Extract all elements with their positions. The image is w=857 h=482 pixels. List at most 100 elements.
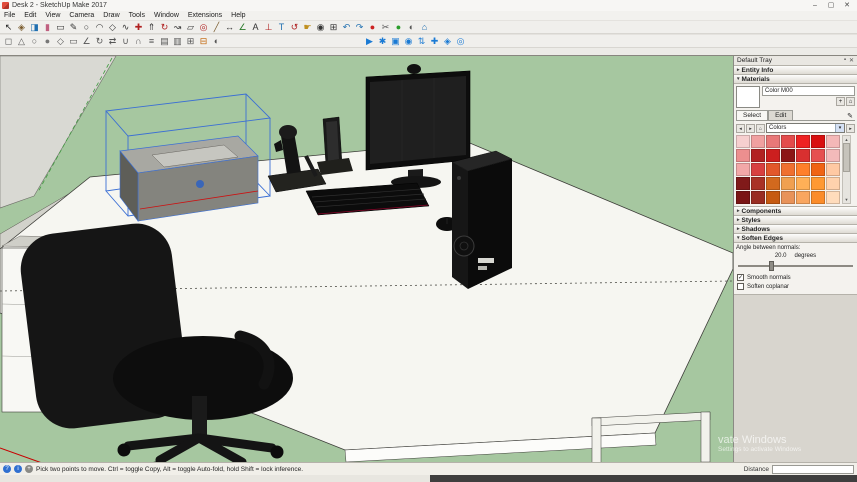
cone-shape-icon[interactable]: △ [15,35,28,48]
color-swatch[interactable] [781,135,795,148]
menu-item[interactable]: Window [154,11,179,20]
tape-measure-icon[interactable]: ╱ [210,21,223,34]
menu-item[interactable]: Draw [103,11,119,20]
color-swatch[interactable] [751,177,765,190]
menu-item[interactable]: Camera [69,11,94,20]
sphere-shape-icon[interactable]: ● [41,35,54,48]
section-components[interactable]: ▸ Components [734,207,857,216]
section-soften-edges[interactable]: ▾ Soften Edges [734,234,857,243]
color-swatch[interactable] [781,177,795,190]
polygon-tool-icon[interactable]: ◇ [106,21,119,34]
color-swatch[interactable] [826,163,840,176]
scale-tool-icon[interactable]: ▱ [184,21,197,34]
flyout-arrow-icon[interactable]: ▸ [846,124,855,133]
section-shadows[interactable]: ▸ Shadows [734,225,857,234]
close-button[interactable]: ✕ [839,0,855,11]
intersect-icon[interactable]: ∩ [132,35,145,48]
color-swatch[interactable] [811,135,825,148]
menu-item[interactable]: Edit [24,11,36,20]
pc-tower[interactable] [452,151,512,289]
model-info-icon[interactable]: ● [366,21,379,34]
select-tool-icon[interactable]: ↖ [2,21,15,34]
axes-tool-icon[interactable]: ⊥ [262,21,275,34]
color-swatch[interactable] [766,177,780,190]
cylinder-shape-icon[interactable]: ○ [28,35,41,48]
tab-edit[interactable]: Edit [768,110,793,120]
measurement-input[interactable] [772,465,854,474]
paint-bucket-icon[interactable]: ◨ [28,21,41,34]
redo-icon[interactable]: ↷ [353,21,366,34]
rows-icon[interactable]: ▥ [171,35,184,48]
color-swatch[interactable] [766,149,780,162]
color-swatch[interactable] [826,149,840,162]
arc-tool-icon[interactable]: ◠ [93,21,106,34]
box-shape-icon[interactable]: ◻ [2,35,15,48]
layers-icon[interactable]: ≡ [145,35,158,48]
color-swatch[interactable] [796,163,810,176]
color-swatch[interactable] [766,191,780,204]
default-material-button[interactable]: ⌂ [846,97,855,106]
info-icon[interactable]: i [14,465,22,473]
color-swatch[interactable] [751,135,765,148]
color-swatch[interactable] [766,135,780,148]
slider-thumb[interactable] [769,261,774,271]
materials-browser-icon[interactable]: ✂ [379,21,392,34]
zoom-extents-icon[interactable]: ⊞ [327,21,340,34]
color-swatch[interactable] [811,163,825,176]
add-grid-icon[interactable]: ⊞ [184,35,197,48]
angle-slider[interactable] [738,261,853,271]
swap-icon[interactable]: ⇄ [106,35,119,48]
color-swatch[interactable] [781,191,795,204]
rectangle-tool-icon[interactable]: ▭ [54,21,67,34]
shadow-toggle-icon[interactable]: ◐ [405,21,418,34]
color-swatch[interactable] [751,149,765,162]
circle-tool-icon[interactable]: ○ [80,21,93,34]
scroll-thumb[interactable] [843,143,850,172]
menu-item[interactable]: Help [231,11,245,20]
orbit-tool-icon[interactable]: ↺ [288,21,301,34]
color-swatch[interactable] [811,149,825,162]
color-swatch[interactable] [781,163,795,176]
help-icon[interactable]: ? [3,465,11,473]
menu-item[interactable]: View [45,11,60,20]
line-tool-icon[interactable]: ✎ [67,21,80,34]
grid-icon[interactable]: ▤ [158,35,171,48]
home-icon[interactable]: ⌂ [756,124,765,133]
push-pull-tool-icon[interactable]: ⇑ [145,21,158,34]
move-tool-icon[interactable]: ✚ [132,21,145,34]
section-styles[interactable]: ▸ Styles [734,216,857,225]
color-swatch[interactable] [736,191,750,204]
sync-icon[interactable]: ⇅ [415,35,428,48]
dimension-tool-icon[interactable]: ↔ [223,21,236,34]
freehand-tool-icon[interactable]: ∿ [119,21,132,34]
minimize-button[interactable]: – [807,0,823,11]
color-swatch[interactable] [781,149,795,162]
scroll-down-icon[interactable]: ▼ [843,196,850,203]
globe-icon[interactable]: ◎ [454,35,467,48]
zoom-tool-icon[interactable]: ◉ [314,21,327,34]
face-style-icon[interactable]: ◐ [210,35,223,48]
color-swatch[interactable] [736,163,750,176]
eraser-icon[interactable]: ▮ [41,21,54,34]
soften-coplanar-checkbox[interactable] [737,283,744,290]
color-swatch[interactable] [796,191,810,204]
geolocation-icon[interactable]: + [25,465,33,473]
color-swatch[interactable] [751,163,765,176]
color-swatch[interactable] [796,135,810,148]
material-name-field[interactable]: Color M00 [762,86,855,96]
warehouse-icon[interactable]: ⌂ [418,21,431,34]
rotate-copy-icon[interactable]: ↻ [93,35,106,48]
color-swatch[interactable] [796,149,810,162]
material-preview[interactable] [736,86,760,108]
section-entity-info[interactable]: ▸ Entity Info [734,66,857,75]
color-swatch[interactable] [736,149,750,162]
3d-text-tool-icon[interactable]: T [275,21,288,34]
pan-tool-icon[interactable]: ☛ [301,21,314,34]
collection-dropdown[interactable]: Colors ▾ [766,123,845,133]
color-swatch[interactable] [826,177,840,190]
offset-tool-icon[interactable]: ◎ [197,21,210,34]
follow-me-tool-icon[interactable]: ↝ [171,21,184,34]
sample-paint-icon[interactable]: ✎ [847,112,855,120]
styles-sphere-icon[interactable]: ● [392,21,405,34]
scroll-up-icon[interactable]: ▲ [843,136,850,143]
